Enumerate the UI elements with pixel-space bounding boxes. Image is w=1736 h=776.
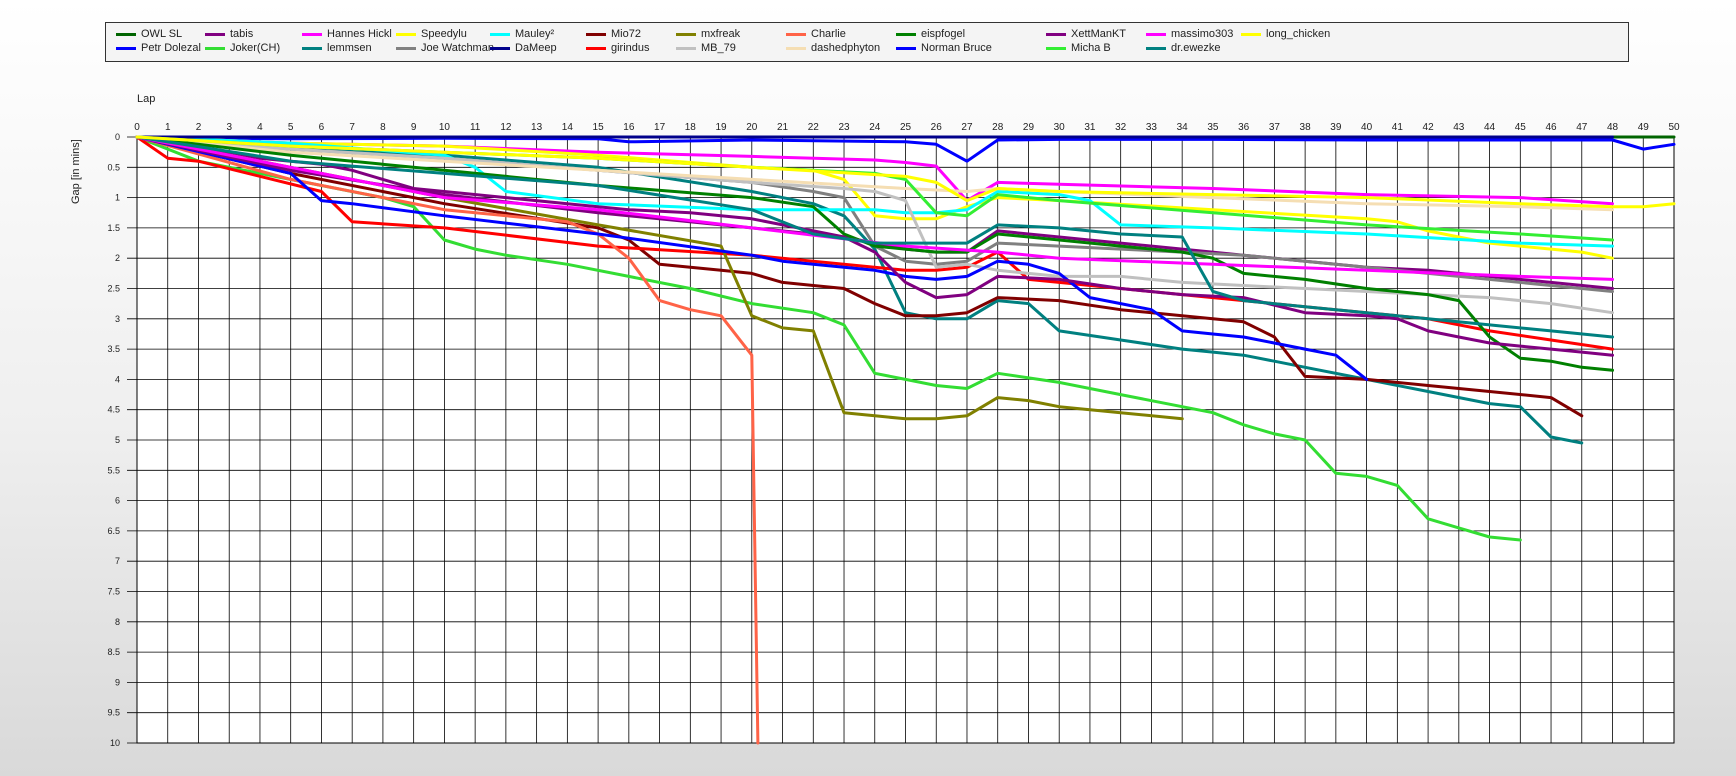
x-tick-label: 10 [439,122,451,133]
y-tick-label: 1 [115,193,120,203]
x-tick-label: 14 [562,122,574,133]
x-tick-label: 27 [961,122,973,133]
x-tick-label: 48 [1607,122,1619,133]
y-tick-labels: 0 0.5 1 1.5 2 2.5 3 3.5 4 4.5 5 5.5 6 6.5 7 7.5 8 8.5 9 9.5… [107,132,120,748]
line-chart: 0 1 2 3 4 5 6 7 8 9 10 11 12 13 14 15 16 17 18 19 20 21 22 23 24… [70,93,1680,748]
x-tick-label: 7 [349,122,355,133]
x-tick-label: 13 [531,122,543,133]
y-tick-label: 6 [115,496,120,506]
x-tick-label: 20 [746,122,758,133]
x-tick-label: 26 [931,122,943,133]
x-tick-label: 30 [1054,122,1066,133]
x-tick-label: 47 [1576,122,1588,133]
x-tick-label: 24 [869,122,881,133]
x-tick-label: 42 [1423,122,1435,133]
x-tick-label: 46 [1545,122,1557,133]
x-tick-label: 4 [257,122,263,133]
x-tick-label: 12 [500,122,512,133]
x-tick-label: 44 [1484,122,1496,133]
x-tick-label: 41 [1392,122,1404,133]
x-tick-label: 16 [623,122,635,133]
y-tick-label: 4 [115,374,120,384]
y-tick-label: 2.5 [107,284,120,294]
y-tick-label: 9.5 [107,708,120,718]
x-tick-label: 23 [838,122,850,133]
y-tick-label: 4.5 [107,405,120,415]
y-tick-label: 10 [110,738,120,748]
x-tick-labels: 0 1 2 3 4 5 6 7 8 9 10 11 12 13 14 15 16 17 18 19 20 21 22 23 24… [134,122,1680,133]
x-tick-label: 43 [1453,122,1465,133]
y-tick-label: 5 [115,435,120,445]
y-tick-label: 7 [115,556,120,566]
y-tick-label: 1.5 [107,223,120,233]
x-tick-label: 35 [1207,122,1219,133]
x-tick-label: 31 [1084,122,1096,133]
x-tick-label: 45 [1515,122,1527,133]
x-tick-label: 38 [1300,122,1312,133]
y-tick-label: 3 [115,314,120,324]
x-tick-label: 19 [715,122,727,133]
y-tick-label: 8.5 [107,647,120,657]
y-tick-label: 8 [115,617,120,627]
x-tick-label: 0 [134,122,140,133]
y-tick-label: 6.5 [107,526,120,536]
y-tick-label: 0 [115,132,120,142]
x-tick-label: 18 [685,122,697,133]
x-tick-label: 17 [654,122,666,133]
x-tick-label: 28 [992,122,1004,133]
x-tick-label: 25 [900,122,912,133]
x-tick-label: 11 [470,122,481,133]
x-tick-label: 39 [1330,122,1342,133]
x-tick-label: 49 [1638,122,1650,133]
x-tick-label: 8 [380,122,386,133]
x-tick-label: 37 [1269,122,1281,133]
y-tick-label: 7.5 [107,587,120,597]
x-axis-label: Lap [137,93,155,105]
x-tick-label: 36 [1238,122,1250,133]
x-tick-label: 15 [593,122,605,133]
x-tick-label: 2 [196,122,202,133]
x-tick-label: 1 [165,122,171,133]
x-tick-label: 32 [1115,122,1127,133]
x-tick-label: 21 [777,122,789,133]
x-tick-label: 40 [1361,122,1373,133]
x-tick-label: 6 [319,122,325,133]
y-tick-label: 9 [115,677,120,687]
x-tick-label: 5 [288,122,294,133]
x-tick-label: 9 [411,122,417,133]
y-tick-label: 3.5 [107,344,120,354]
x-tick-label: 50 [1668,122,1680,133]
y-tick-label: 2 [115,253,120,263]
y-axis-label: Gap [in mins] [70,139,82,204]
y-tick-label: 0.5 [107,162,120,172]
x-tick-label: 29 [1023,122,1035,133]
x-tick-label: 34 [1177,122,1189,133]
y-tick-label: 5.5 [107,465,120,475]
x-tick-label: 33 [1146,122,1158,133]
x-tick-label: 3 [226,122,232,133]
x-tick-label: 22 [808,122,820,133]
